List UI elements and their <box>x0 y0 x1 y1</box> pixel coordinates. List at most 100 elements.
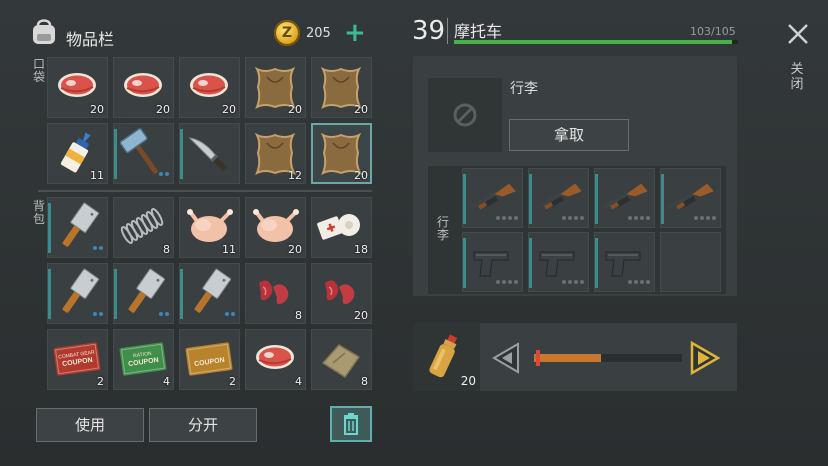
inventory-slot[interactable]: 8 <box>245 263 306 324</box>
inventory-slot[interactable]: 20 <box>245 197 306 258</box>
durability-indicator <box>463 174 466 224</box>
quality-dots <box>560 269 584 288</box>
inventory-slot[interactable]: 12 <box>245 123 306 184</box>
durability-text: 103/105 <box>690 25 736 38</box>
durability-indicator <box>595 238 598 288</box>
item-count: 11 <box>90 169 104 182</box>
inventory-slot[interactable] <box>462 168 523 228</box>
durability-indicator <box>595 174 598 224</box>
inventory-slot[interactable]: 20 <box>245 57 306 118</box>
close-label[interactable]: 关闭 <box>789 62 805 92</box>
durability-indicator <box>114 129 117 179</box>
inventory-slot[interactable] <box>660 168 721 228</box>
inventory-slot[interactable]: 20 <box>47 57 108 118</box>
trash-button[interactable] <box>330 406 372 442</box>
durability-indicator <box>180 269 183 319</box>
durability-indicator <box>180 129 183 179</box>
inventory-slot[interactable] <box>660 232 721 292</box>
inventory-slot[interactable]: 20 <box>179 57 240 118</box>
item-count: 20 <box>288 103 302 116</box>
item-count: 11 <box>222 243 236 256</box>
inventory-slot[interactable]: 20 <box>311 123 372 184</box>
inventory-slot[interactable]: COMBAT GEAR COUPON 2 <box>47 329 108 390</box>
backpack-label: 背包 <box>32 199 45 226</box>
trunk-label: 行李 <box>436 215 449 242</box>
split-button[interactable]: 分开 <box>149 408 257 442</box>
item-count: 8 <box>295 309 302 322</box>
durability-indicator <box>48 269 51 319</box>
quantity-slider-fill <box>534 354 601 362</box>
quality-dots <box>626 269 650 288</box>
transfer-count: 20 <box>460 374 476 388</box>
take-button[interactable]: 拿取 <box>509 119 629 151</box>
quality-dots <box>91 301 103 320</box>
coin-icon: Z <box>274 20 300 46</box>
quality-dots <box>157 161 169 180</box>
item-count: 20 <box>354 309 368 322</box>
inventory-title: 物品栏 <box>66 30 115 49</box>
durability-indicator <box>463 238 466 288</box>
item-count: 20 <box>222 103 236 116</box>
item-count: 12 <box>288 169 302 182</box>
inventory-slot[interactable]: 4 <box>245 329 306 390</box>
title-separator <box>447 18 448 44</box>
backpack-icon <box>33 19 55 44</box>
close-icon[interactable] <box>786 22 810 46</box>
inventory-slot[interactable] <box>113 123 174 184</box>
item-count: 20 <box>156 103 170 116</box>
pocket-label: 口袋 <box>32 57 45 84</box>
inventory-slot[interactable]: 11 <box>47 123 108 184</box>
durability-indicator <box>114 269 117 319</box>
blocked-icon <box>453 103 477 127</box>
inventory-slot[interactable]: RATION COUPON 4 <box>113 329 174 390</box>
quantity-slider-knob[interactable] <box>536 350 540 366</box>
item-count: 20 <box>354 169 368 182</box>
item-count: 2 <box>97 375 104 388</box>
use-button[interactable]: 使用 <box>36 408 144 442</box>
inventory-slot[interactable] <box>179 263 240 324</box>
durability-indicator <box>661 174 664 224</box>
inventory-slot[interactable] <box>594 232 655 292</box>
decrease-arrow-icon[interactable] <box>492 342 520 374</box>
inventory-slot[interactable]: COUPON 2 <box>179 329 240 390</box>
inventory-slot[interactable] <box>594 168 655 228</box>
increase-arrow-icon[interactable] <box>690 341 720 375</box>
inventory-slot[interactable]: 8 <box>113 197 174 258</box>
vehicle-name: 摩托车 <box>454 22 503 41</box>
inventory-slot[interactable] <box>113 263 174 324</box>
quality-dots <box>91 235 103 254</box>
durability-indicator <box>48 203 51 253</box>
luggage-slot[interactable] <box>428 78 502 152</box>
inventory-slot[interactable] <box>462 232 523 292</box>
inventory-slot[interactable] <box>47 263 108 324</box>
quality-dots <box>494 205 518 224</box>
quality-dots <box>157 301 169 320</box>
section-divider <box>38 190 372 192</box>
inventory-slot[interactable] <box>528 232 589 292</box>
inventory-slot[interactable] <box>528 168 589 228</box>
inventory-slot[interactable]: 20 <box>113 57 174 118</box>
vehicle-level: 39 <box>412 16 446 46</box>
quality-dots <box>560 205 584 224</box>
item-count: 4 <box>163 375 170 388</box>
durability-indicator <box>529 174 532 224</box>
quality-dots <box>223 301 235 320</box>
inventory-slot[interactable]: 8 <box>311 329 372 390</box>
inventory-slot[interactable] <box>179 123 240 184</box>
quality-dots <box>626 205 650 224</box>
inventory-slot[interactable]: 11 <box>179 197 240 258</box>
item-count: 4 <box>295 375 302 388</box>
item-count: 8 <box>361 375 368 388</box>
add-coins-button[interactable]: + <box>344 18 366 48</box>
luggage-label: 行李 <box>510 81 538 97</box>
transfer-item-slot[interactable]: 20 <box>413 323 480 391</box>
inventory-slot[interactable]: 20 <box>311 263 372 324</box>
item-count: 8 <box>163 243 170 256</box>
coin-count: 205 <box>306 26 331 41</box>
inventory-slot[interactable]: 18 <box>311 197 372 258</box>
inventory-slot[interactable]: 20 <box>311 57 372 118</box>
quality-dots <box>494 269 518 288</box>
inventory-slot[interactable] <box>47 197 108 258</box>
quality-dots <box>692 205 716 224</box>
trash-icon <box>344 413 358 435</box>
